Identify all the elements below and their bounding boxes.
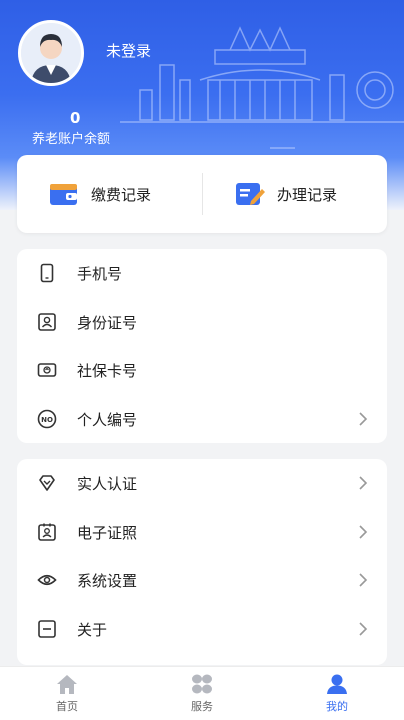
login-status[interactable]: 未登录 [106,40,151,61]
list-item-id-card[interactable]: 身份证号 [17,298,387,346]
chevron-right-icon [359,476,368,490]
edit-document-icon [236,183,265,205]
tab-label: 我的 [326,700,348,713]
chevron-right-icon [359,525,368,539]
payment-records-label: 缴费记录 [91,185,152,204]
id-card-icon [38,313,56,331]
tab-label: 服务 [191,700,213,713]
tab-service[interactable]: 服务 [167,673,237,717]
list-item-label: 系统设置 [77,571,138,590]
payment-records-button[interactable]: 缴费记录 [49,155,151,233]
profile-icon [327,674,347,694]
about-icon [38,620,56,638]
service-grid-icon [192,674,212,694]
records-card: 缴费记录 办理记录 [17,155,387,233]
list-item-e-license[interactable]: 电子证照 [17,508,387,556]
chevron-right-icon [359,622,368,636]
verify-diamond-icon [39,475,55,491]
list-item-system-settings[interactable]: 系统设置 [17,556,387,604]
list-item-label: 社保卡号 [77,361,138,380]
list-item-label: 身份证号 [77,313,138,332]
phone-icon [40,263,54,283]
chevron-right-icon [359,412,368,426]
settings-card: 实人认证 电子证照 系统设置 关于 [17,459,387,665]
list-item-label: 关于 [77,620,108,639]
handling-records-label: 办理记录 [277,185,338,204]
eye-settings-icon [37,574,57,586]
avatar[interactable] [18,20,84,86]
list-item-phone[interactable]: 手机号 [17,249,387,297]
personal-info-card: 手机号 身份证号 社保卡号 NO 个人编号 [17,249,387,443]
user-avatar-icon [21,23,81,83]
list-item-about[interactable]: 关于 [17,605,387,653]
social-security-card-icon [37,363,57,377]
tab-mine[interactable]: 我的 [302,673,372,717]
number-badge-icon: NO [37,409,57,429]
list-item-social-security-card[interactable]: 社保卡号 [17,346,387,394]
chevron-right-icon [359,573,368,587]
balance-label: 养老账户余额 [32,132,111,147]
records-divider [202,173,203,215]
wallet-icon [50,184,77,205]
svg-text:NO: NO [41,416,53,424]
tab-label: 首页 [56,700,78,713]
handling-records-button[interactable]: 办理记录 [235,155,337,233]
tab-home[interactable]: 首页 [32,673,102,717]
list-item-label: 电子证照 [77,523,138,542]
list-item-label: 实人认证 [77,474,138,493]
bottom-tab-bar: 首页 服务 我的 [0,666,404,720]
city-skyline-illustration [120,26,404,149]
list-item-personal-number[interactable]: NO 个人编号 [17,395,387,443]
list-item-label: 手机号 [77,264,123,283]
list-item-identity-verification[interactable]: 实人认证 [17,459,387,507]
balance-value: 0 [70,109,81,127]
list-item-label: 个人编号 [77,410,138,429]
e-license-icon [38,523,56,541]
home-icon [57,675,77,694]
